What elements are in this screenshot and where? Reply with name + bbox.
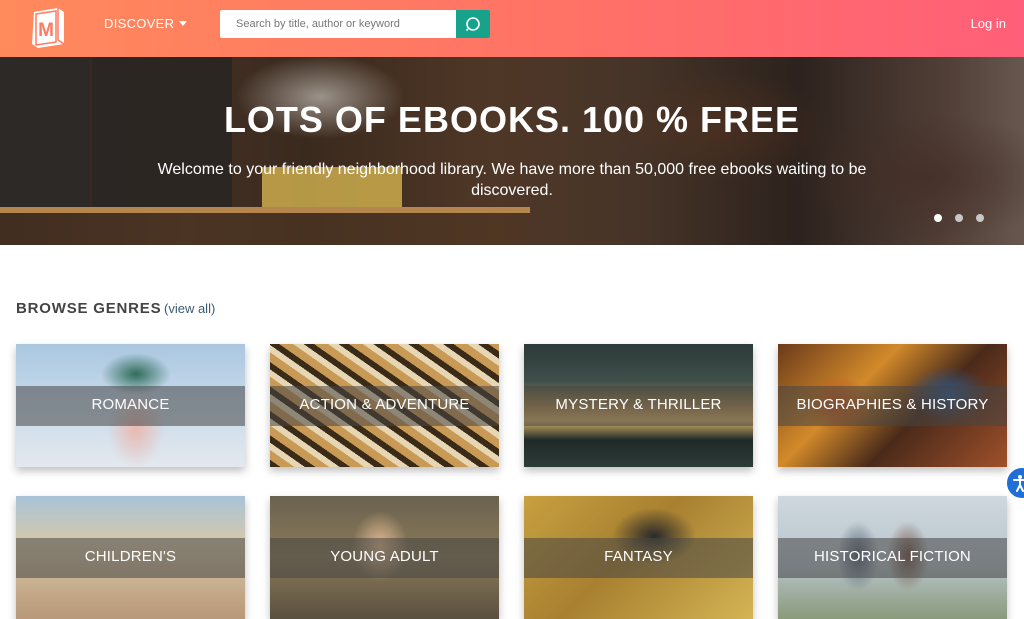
discover-label: DISCOVER: [104, 16, 175, 31]
accessibility-icon: [1013, 475, 1024, 492]
login-link[interactable]: Log in: [971, 16, 1006, 31]
genre-label: ROMANCE: [91, 396, 170, 413]
view-all-genres-link[interactable]: (view all): [164, 301, 215, 316]
genre-card-mystery-thriller[interactable]: MYSTERY & THRILLER: [524, 344, 753, 467]
hero-background-image: [0, 207, 530, 245]
caret-down-icon: [179, 21, 188, 26]
genre-label: YOUNG ADULT: [330, 548, 439, 565]
hero-subtitle: Welcome to your friendly neighborhood li…: [157, 161, 867, 199]
accessibility-button[interactable]: [1005, 466, 1024, 500]
genre-card-childrens[interactable]: CHILDREN'S: [16, 496, 245, 619]
logo-letter: M: [38, 20, 54, 41]
genre-card-young-adult[interactable]: YOUNG ADULT: [270, 496, 499, 619]
genre-label: MYSTERY & THRILLER: [555, 396, 722, 413]
browse-genres-heading: BROWSE GENRES: [16, 300, 162, 317]
hero-banner: LOTS OF EBOOKS. 100 % FREE Welcome to yo…: [0, 57, 1024, 245]
manybooks-logo-icon[interactable]: M: [28, 4, 68, 48]
genre-label: CHILDREN'S: [84, 548, 177, 565]
top-navbar: M DISCOVER Log in: [0, 0, 1024, 57]
search-button[interactable]: [456, 10, 490, 38]
carousel-dot[interactable]: [934, 214, 942, 222]
genre-label: HISTORICAL FICTION: [814, 548, 971, 565]
carousel-dot[interactable]: [976, 214, 984, 222]
genre-card-romance[interactable]: ROMANCE: [16, 344, 245, 467]
search-icon: [465, 17, 480, 32]
genre-label: BIOGRAPHIES & HISTORY: [796, 396, 989, 413]
genre-card-biographies-history[interactable]: BIOGRAPHIES & HISTORY: [778, 344, 1007, 467]
genre-label: ACTION & ADVENTURE: [299, 396, 470, 413]
hero-title: LOTS OF EBOOKS. 100 % FREE: [223, 99, 801, 140]
genre-card-action-adventure[interactable]: ACTION & ADVENTURE: [270, 344, 499, 467]
search-input[interactable]: [220, 10, 456, 38]
genre-card-fantasy[interactable]: FANTASY: [524, 496, 753, 619]
carousel-dot[interactable]: [955, 214, 963, 222]
carousel-dots: [934, 214, 984, 222]
genre-card-historical-fiction[interactable]: HISTORICAL FICTION: [778, 496, 1007, 619]
genre-label: FANTASY: [604, 548, 673, 565]
discover-menu-button[interactable]: DISCOVER: [104, 16, 188, 31]
